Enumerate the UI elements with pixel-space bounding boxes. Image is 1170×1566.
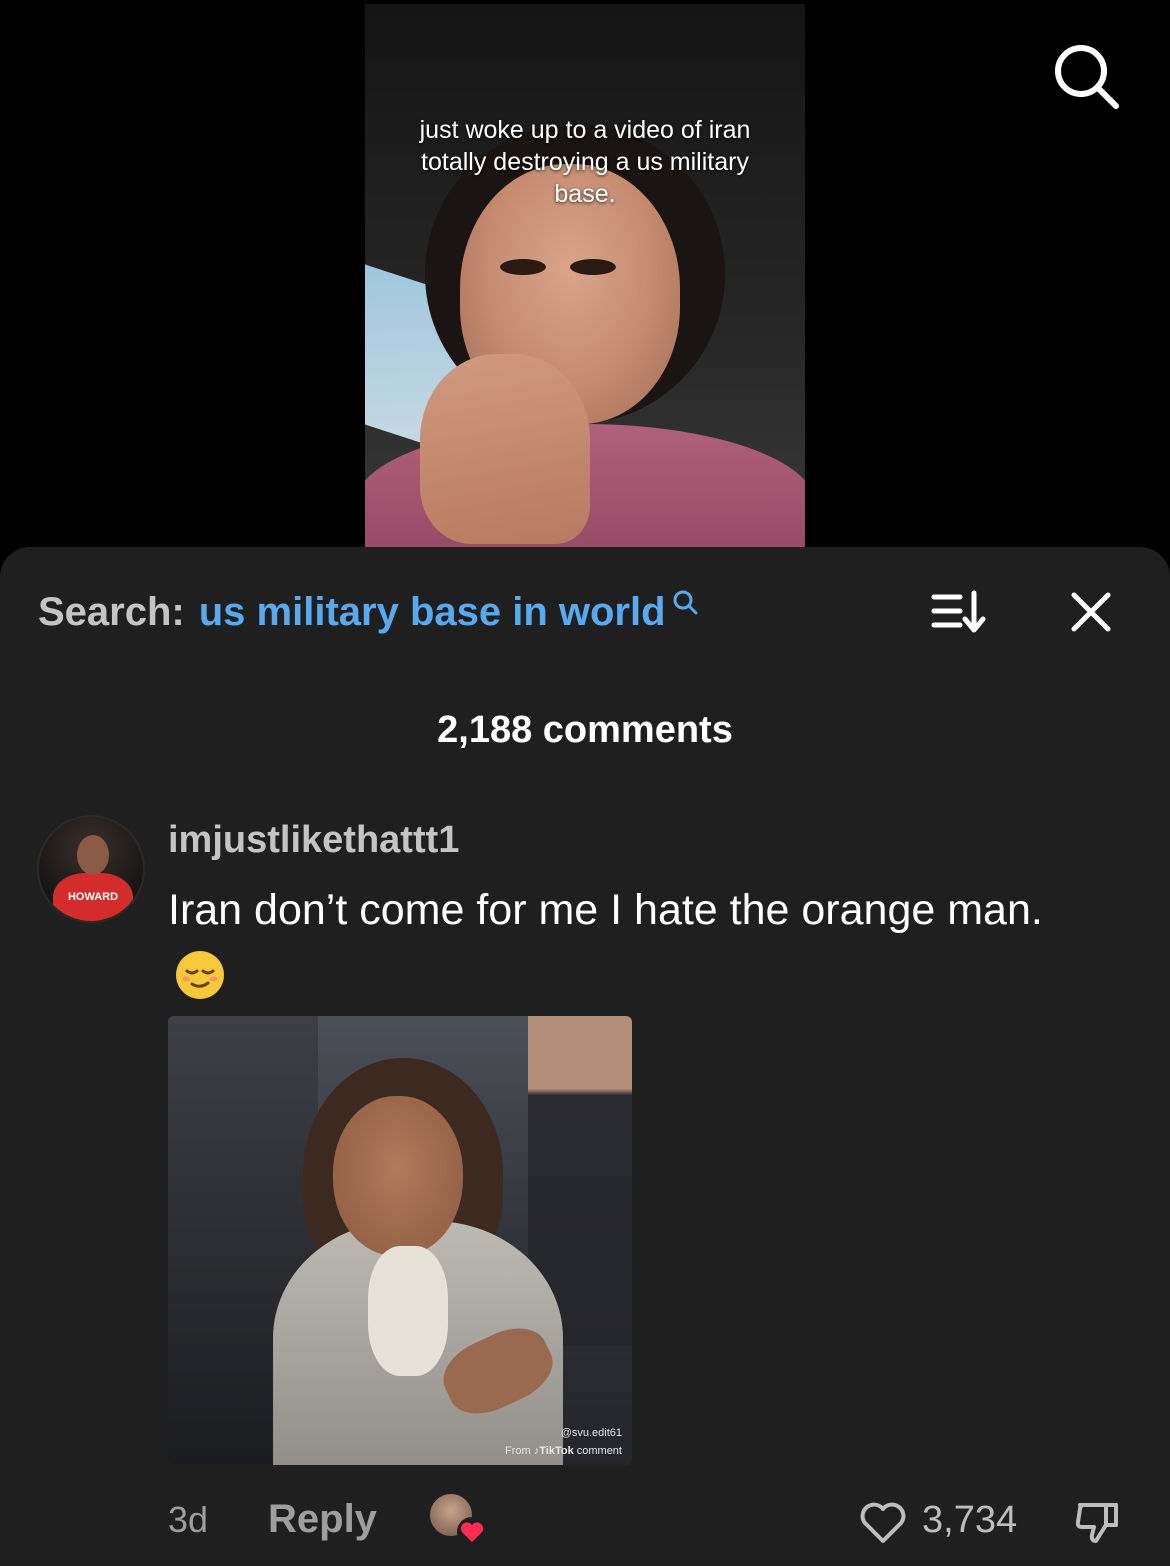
avatar[interactable]: HOWARD <box>37 815 145 923</box>
comment-text: Iran don’t come for me I hate the orange… <box>168 879 1068 1003</box>
video-hand <box>420 354 590 544</box>
video-player[interactable]: just woke up to a video of iran totally … <box>365 4 805 547</box>
video-eye-left <box>500 259 546 275</box>
video-eye-right <box>570 259 616 275</box>
avatar-head <box>77 835 109 875</box>
comment-time: 3d <box>168 1499 209 1540</box>
attachment-watermark: From ♪TikTok comment <box>505 1445 622 1457</box>
watermark-suffix: comment <box>576 1445 622 1457</box>
watermark-brand: TikTok <box>539 1445 574 1457</box>
search-icon[interactable] <box>1048 38 1124 114</box>
watermark-from: From <box>505 1445 531 1457</box>
comment-username[interactable]: imjustlikethattt1 <box>168 819 459 862</box>
search-suggestion[interactable]: Search: us military base in world <box>38 587 700 637</box>
small-search-icon <box>670 582 700 627</box>
attachment-watermark-handle: @svu.edit61 <box>560 1427 622 1439</box>
comments-sheet: Search: us military base in world 2,188 … <box>0 547 1170 1566</box>
sort-icon[interactable] <box>928 585 990 639</box>
search-query-link[interactable]: us military base in world <box>199 590 666 635</box>
video-caption: just woke up to a video of iran totally … <box>419 116 751 208</box>
dislike-icon[interactable] <box>1072 1497 1122 1547</box>
attachment-face <box>333 1096 463 1256</box>
like-count: 3,734 <box>922 1499 1018 1541</box>
heart-badge-icon <box>456 1516 488 1548</box>
app-screen: just woke up to a video of iran totally … <box>0 0 1170 1566</box>
avatar-shirt-text: HOWARD <box>67 891 119 903</box>
heart-icon[interactable] <box>858 1497 908 1547</box>
reply-button[interactable]: Reply <box>268 1497 377 1542</box>
search-label: Search: <box>38 589 185 634</box>
relieved-face-icon <box>174 949 226 1001</box>
close-icon[interactable] <box>1066 587 1116 637</box>
attachment-blouse <box>368 1246 448 1376</box>
comment-body: Iran don’t come for me I hate the orange… <box>168 886 1043 934</box>
comment-count: 2,188 comments <box>437 709 733 751</box>
creator-liked-badge <box>428 1492 488 1550</box>
comment-attachment-image[interactable]: @svu.edit61 From ♪TikTok comment <box>168 1016 632 1465</box>
